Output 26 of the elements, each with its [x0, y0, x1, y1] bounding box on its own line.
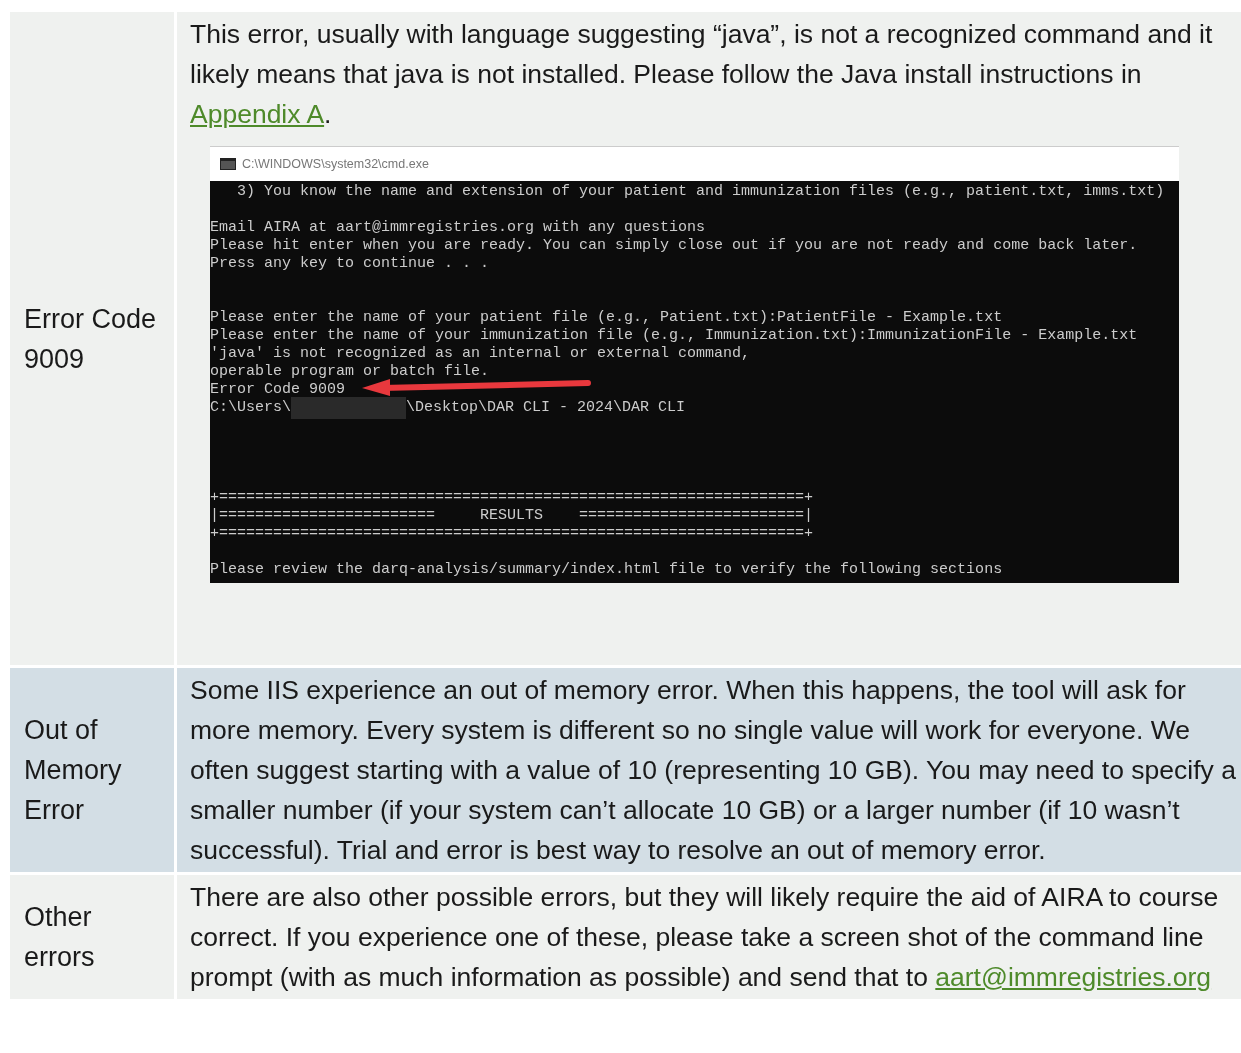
email-or-appendix-link[interactable]: aart@immregistries.org	[935, 962, 1212, 992]
console-line: Please enter the name of your patient file (e.g., Patient.txt):PatientFile - Example.txt	[210, 309, 1003, 327]
console-line: Please review the darq-analysis/summary/index.html file to verify the following sections	[210, 561, 1003, 579]
console-line: C:\Users\	[210, 399, 291, 417]
console-line: Press any key to continue . . .	[210, 255, 490, 273]
console-line: Email AIRA at aart@immregistries.org with any questions	[210, 219, 706, 237]
console-line: Please enter the name of your immunization file (e.g., Immunization.txt):ImmunizationFile - Example.txt	[210, 327, 1138, 345]
console-line: |======================== RESULTS =========================|	[210, 507, 814, 525]
description-text: This error, usually with language suggesting “java”, is not a recognized command and it likely means that java is not installed. Please follow the Java install instructions in Appendix A.	[190, 18, 1214, 131]
console-line: \Desktop\DAR CLI - 2024\DAR CLI	[406, 399, 686, 417]
row-label: Error Code 9009	[10, 12, 174, 665]
console-line: 3) You know the name and extension of your patient and immunization files (e.g., patient.txt, imms.txt)	[236, 183, 1165, 201]
arrow-icon	[362, 379, 592, 396]
description-text: Some IIS experience an out of memory error. When this happens, the tool will ask for more memory. Every system is different so no single value will work for everyone. We often suggest starting with a value of 10 (representing 10 GB). You may need to specify a smaller number (if your system can’t allocate 10 GB) or a larger number (if 10 wasn’t successful). Trial and error is best way to resolve an out of memory error.	[190, 674, 1237, 867]
row-label: Out of Memory Error	[10, 668, 174, 872]
console-line: +=================================================================+	[210, 489, 814, 507]
console-icon	[220, 158, 236, 170]
description-text: There are also other possible errors, but they will likely require the aid of AIRA to course correct. If you experience one of these, please take a screen shot of the command line prompt (with as much information as possible) and send that to aart@immregistries.org	[190, 881, 1220, 994]
console-line: operable program or batch file.	[210, 363, 490, 381]
console-line: Error Code 9009	[210, 381, 346, 399]
console-line: 'java' is not recognized as an internal or external command,	[210, 345, 751, 363]
console-line: Please hit enter when you are ready. You can simply close out if you are not ready and come back later.	[210, 237, 1138, 255]
row-label: Other errors	[10, 875, 174, 999]
email-or-appendix-link[interactable]: Appendix A	[190, 99, 325, 129]
console-line: +=================================================================+	[210, 525, 814, 543]
window-title: C:\WINDOWS\system32\cmd.exe	[242, 157, 429, 171]
